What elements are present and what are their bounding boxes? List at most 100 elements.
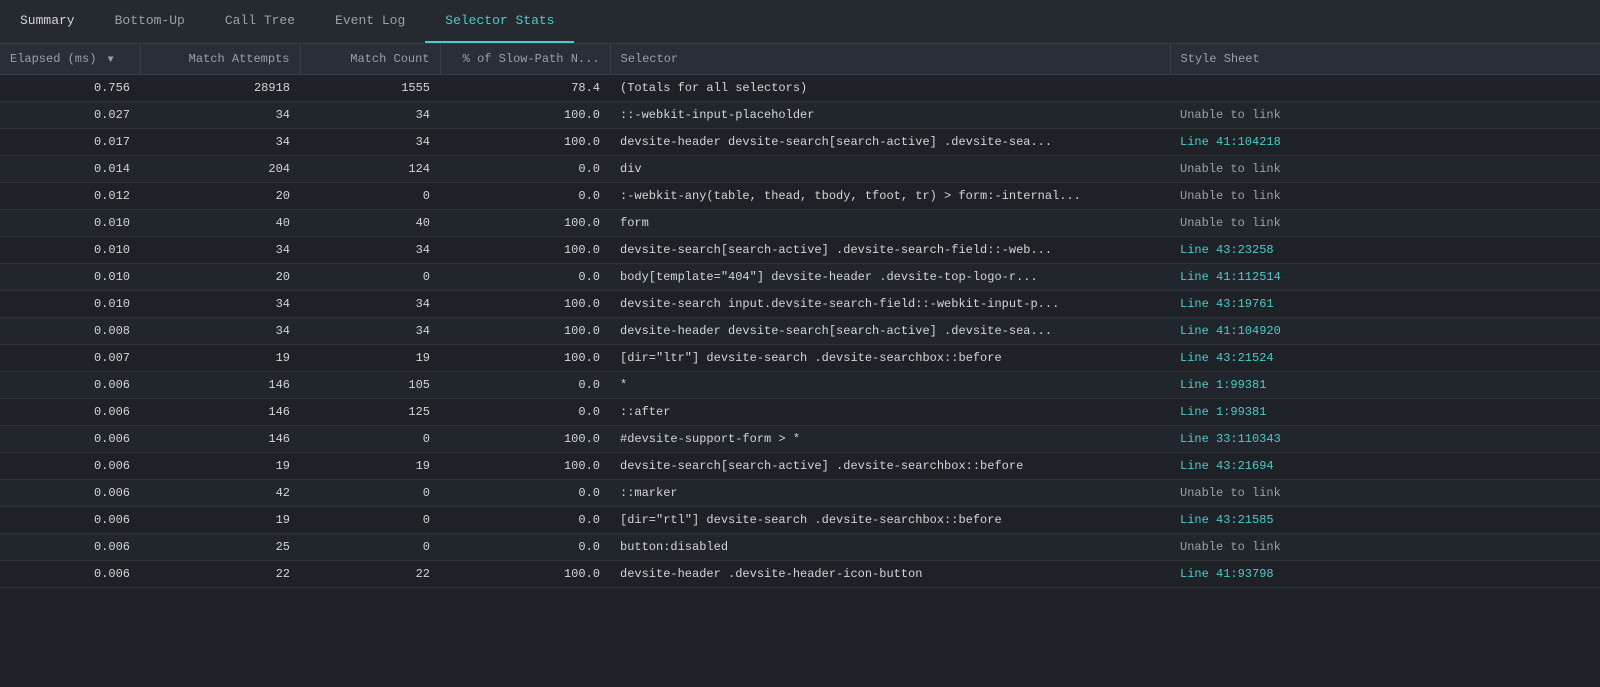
stylesheet-link[interactable]: Line 1:99381 [1180, 378, 1266, 392]
col-header-stylesheet[interactable]: Style Sheet [1170, 44, 1600, 75]
cell-match-attempts: 19 [140, 507, 300, 534]
tab-bottom-up[interactable]: Bottom-Up [95, 0, 205, 43]
stylesheet-link[interactable]: Line 41:112514 [1180, 270, 1281, 284]
cell-match-attempts: 34 [140, 102, 300, 129]
cell-match-attempts: 34 [140, 237, 300, 264]
cell-selector: [dir="ltr"] devsite-search .devsite-sear… [610, 345, 1170, 372]
cell-elapsed: 0.007 [0, 345, 140, 372]
cell-stylesheet: Unable to link [1170, 156, 1600, 183]
cell-slow-path: 78.4 [440, 75, 610, 102]
cell-match-count: 0 [300, 480, 440, 507]
col-header-elapsed-label: Elapsed (ms) [10, 52, 96, 66]
cell-match-count: 0 [300, 507, 440, 534]
table-body: 0.75628918155578.4(Totals for all select… [0, 75, 1600, 588]
cell-match-count: 124 [300, 156, 440, 183]
cell-stylesheet[interactable]: Line 43:23258 [1170, 237, 1600, 264]
cell-slow-path: 100.0 [440, 426, 610, 453]
tab-bar: SummaryBottom-UpCall TreeEvent LogSelect… [0, 0, 1600, 44]
cell-elapsed: 0.010 [0, 291, 140, 318]
cell-slow-path: 0.0 [440, 399, 610, 426]
cell-selector: ::-webkit-input-placeholder [610, 102, 1170, 129]
cell-match-count: 105 [300, 372, 440, 399]
cell-match-attempts: 19 [140, 345, 300, 372]
table-row: 0.0122000.0:-webkit-any(table, thead, tb… [0, 183, 1600, 210]
stylesheet-link[interactable]: Line 43:21585 [1180, 513, 1274, 527]
cell-selector: devsite-header .devsite-header-icon-butt… [610, 561, 1170, 588]
cell-match-count: 34 [300, 129, 440, 156]
table-row: 0.75628918155578.4(Totals for all select… [0, 75, 1600, 102]
cell-stylesheet[interactable]: Line 41:104218 [1170, 129, 1600, 156]
cell-stylesheet[interactable]: Line 1:99381 [1170, 372, 1600, 399]
col-header-selector[interactable]: Selector [610, 44, 1170, 75]
cell-match-attempts: 22 [140, 561, 300, 588]
stylesheet-link[interactable]: Line 41:104218 [1180, 135, 1281, 149]
stylesheet-link[interactable]: Line 43:23258 [1180, 243, 1274, 257]
cell-stylesheet[interactable]: Line 1:99381 [1170, 399, 1600, 426]
col-header-stylesheet-label: Style Sheet [1181, 52, 1260, 66]
stylesheet-link[interactable]: Line 41:93798 [1180, 567, 1274, 581]
cell-stylesheet[interactable]: Line 41:104920 [1170, 318, 1600, 345]
cell-match-count: 0 [300, 183, 440, 210]
tab-summary[interactable]: Summary [0, 0, 95, 43]
stylesheet-link[interactable]: Line 43:21524 [1180, 351, 1274, 365]
cell-elapsed: 0.017 [0, 129, 140, 156]
col-header-slow-path[interactable]: % of Slow-Path N... [440, 44, 610, 75]
cell-selector: body[template="404"] devsite-header .dev… [610, 264, 1170, 291]
col-header-match-count[interactable]: Match Count [300, 44, 440, 75]
cell-selector: devsite-header devsite-search[search-act… [610, 318, 1170, 345]
cell-slow-path: 0.0 [440, 264, 610, 291]
cell-elapsed: 0.006 [0, 426, 140, 453]
stylesheet-link[interactable]: Line 43:21694 [1180, 459, 1274, 473]
cell-elapsed: 0.006 [0, 453, 140, 480]
cell-match-attempts: 42 [140, 480, 300, 507]
cell-match-count: 19 [300, 453, 440, 480]
stylesheet-link[interactable]: Line 33:110343 [1180, 432, 1281, 446]
col-header-elapsed[interactable]: Elapsed (ms) ▼ [0, 44, 140, 75]
cell-selector: devsite-search input.devsite-search-fiel… [610, 291, 1170, 318]
cell-slow-path: 0.0 [440, 183, 610, 210]
cell-elapsed: 0.756 [0, 75, 140, 102]
cell-stylesheet[interactable]: Line 43:19761 [1170, 291, 1600, 318]
cell-match-count: 0 [300, 264, 440, 291]
cell-match-attempts: 20 [140, 183, 300, 210]
selector-stats-table: Elapsed (ms) ▼ Match Attempts Match Coun… [0, 44, 1600, 588]
cell-match-attempts: 40 [140, 210, 300, 237]
cell-elapsed: 0.010 [0, 237, 140, 264]
table-row: 0.0103434100.0devsite-search[search-acti… [0, 237, 1600, 264]
cell-elapsed: 0.006 [0, 561, 140, 588]
tab-event-log[interactable]: Event Log [315, 0, 425, 43]
cell-match-attempts: 25 [140, 534, 300, 561]
cell-stylesheet[interactable]: Line 43:21524 [1170, 345, 1600, 372]
cell-match-count: 34 [300, 291, 440, 318]
unable-to-link-label: Unable to link [1180, 189, 1281, 203]
cell-selector: devsite-header devsite-search[search-act… [610, 129, 1170, 156]
cell-stylesheet[interactable]: Line 33:110343 [1170, 426, 1600, 453]
stylesheet-link[interactable]: Line 1:99381 [1180, 405, 1266, 419]
table-row: 0.0071919100.0[dir="ltr"] devsite-search… [0, 345, 1600, 372]
cell-stylesheet [1170, 75, 1600, 102]
stylesheet-link[interactable]: Line 43:19761 [1180, 297, 1274, 311]
table-row: 0.0062222100.0devsite-header .devsite-he… [0, 561, 1600, 588]
table-row: 0.0104040100.0formUnable to link [0, 210, 1600, 237]
col-header-match-attempts[interactable]: Match Attempts [140, 44, 300, 75]
cell-slow-path: 0.0 [440, 156, 610, 183]
tab-call-tree[interactable]: Call Tree [205, 0, 315, 43]
cell-match-attempts: 146 [140, 372, 300, 399]
cell-stylesheet[interactable]: Line 41:93798 [1170, 561, 1600, 588]
cell-slow-path: 100.0 [440, 210, 610, 237]
cell-match-attempts: 34 [140, 129, 300, 156]
unable-to-link-label: Unable to link [1180, 162, 1281, 176]
cell-match-attempts: 204 [140, 156, 300, 183]
unable-to-link-label: Unable to link [1180, 540, 1281, 554]
cell-match-attempts: 34 [140, 291, 300, 318]
tab-selector-stats[interactable]: Selector Stats [425, 0, 574, 43]
stylesheet-link[interactable]: Line 41:104920 [1180, 324, 1281, 338]
cell-elapsed: 0.008 [0, 318, 140, 345]
cell-stylesheet[interactable]: Line 43:21585 [1170, 507, 1600, 534]
cell-elapsed: 0.027 [0, 102, 140, 129]
cell-selector: ::marker [610, 480, 1170, 507]
cell-stylesheet[interactable]: Line 41:112514 [1170, 264, 1600, 291]
cell-match-count: 125 [300, 399, 440, 426]
cell-slow-path: 100.0 [440, 102, 610, 129]
cell-stylesheet[interactable]: Line 43:21694 [1170, 453, 1600, 480]
